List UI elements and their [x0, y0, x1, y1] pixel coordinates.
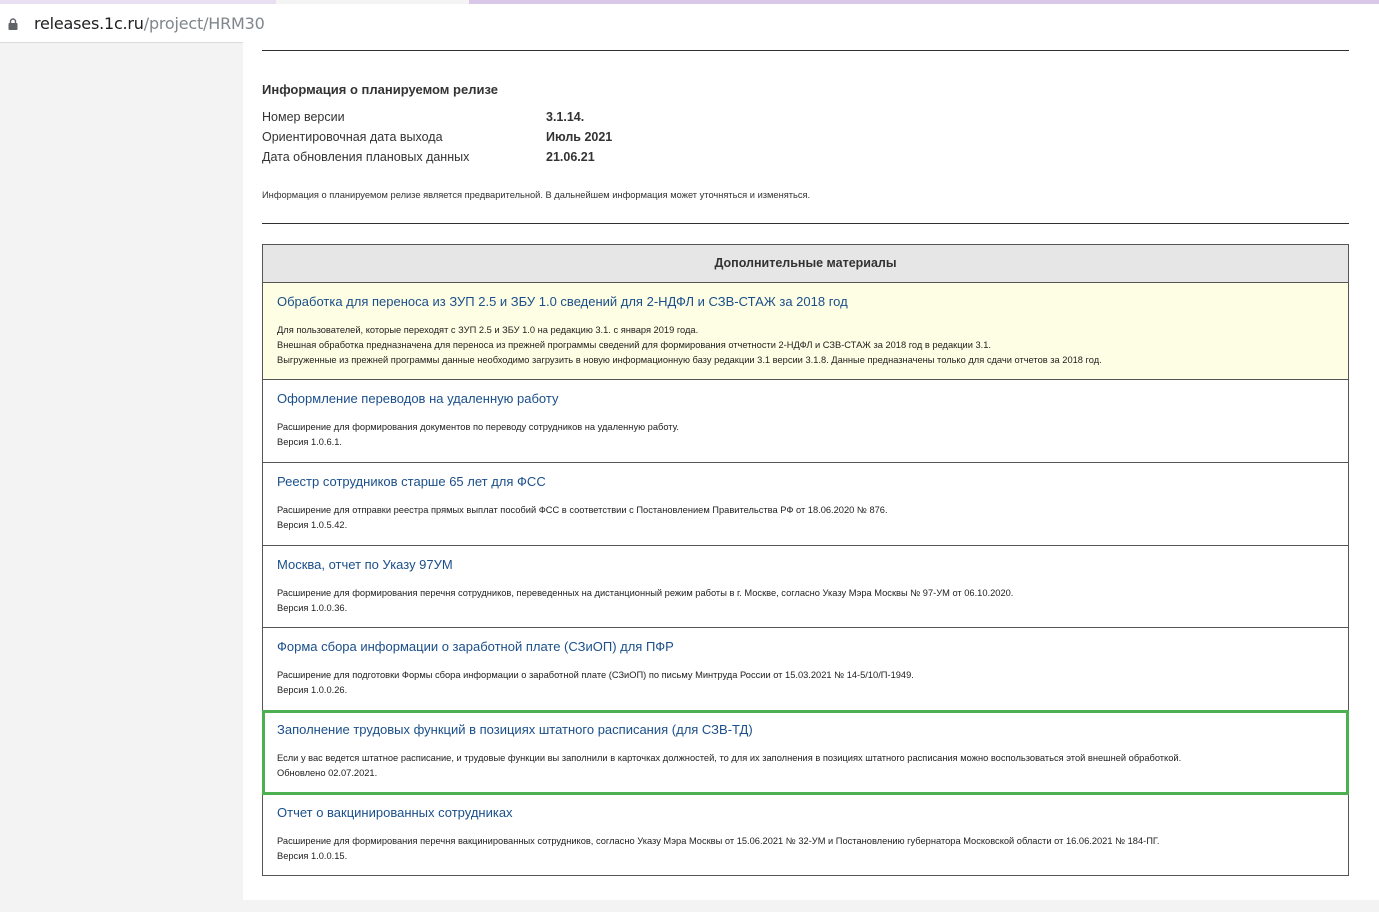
url-text[interactable]: releases.1c.ru/project/HRM30	[34, 14, 265, 33]
divider-top	[262, 50, 1349, 51]
material-row: Обработка для переноса из ЗУП 2.5 и ЗБУ …	[263, 283, 1348, 380]
info-value: 3.1.14.	[546, 110, 585, 124]
lock-icon[interactable]	[8, 18, 18, 30]
info-value: 21.06.21	[546, 150, 595, 164]
planned-release-title: Информация о планируемом релизе	[262, 82, 498, 97]
url-host: releases.1c.ru	[34, 14, 144, 33]
material-row: Форма сбора информации о заработной плат…	[263, 628, 1348, 711]
description-line: Выгруженные из прежней программы данные …	[277, 355, 1102, 365]
material-description: Расширение для отправки реестра прямых в…	[277, 503, 1334, 533]
material-description: Расширение для подготовки Формы сбора ин…	[277, 668, 1334, 698]
material-link[interactable]: Форма сбора информации о заработной плат…	[277, 639, 1334, 654]
description-line: Версия 1.0.0.15.	[277, 851, 348, 861]
description-line: Обновлено 02.07.2021.	[277, 768, 378, 778]
material-row: Отчет о вакцинированных сотрудниках Расш…	[263, 794, 1348, 875]
description-line: Версия 1.0.6.1.	[277, 437, 343, 447]
description-line: Расширение для формирования перечня вакц…	[277, 836, 1160, 846]
materials-table: Дополнительные материалы Обработка для п…	[262, 244, 1349, 876]
content-panel: Информация о планируемом релизе Номер ве…	[243, 42, 1379, 900]
description-line: Версия 1.0.5.42.	[277, 520, 348, 530]
info-key: Ориентировочная дата выхода	[262, 130, 443, 144]
info-key: Дата обновления плановых данных	[262, 150, 470, 164]
material-description: Для пользователей, которые переходят с З…	[277, 323, 1334, 368]
material-link[interactable]: Обработка для переноса из ЗУП 2.5 и ЗБУ …	[277, 294, 1334, 309]
description-line: Если у вас ведется штатное расписание, и…	[277, 753, 1182, 763]
description-line: Внешная обработка предназначена для пере…	[277, 340, 992, 350]
material-row: Москва, отчет по Указу 97УМ Расширение д…	[263, 546, 1348, 628]
material-link[interactable]: Заполнение трудовых функций в позициях ш…	[277, 722, 1334, 737]
material-description: Расширение для формирования перечня вакц…	[277, 834, 1334, 864]
material-row-highlighted: Заполнение трудовых функций в позициях ш…	[262, 710, 1349, 795]
material-link[interactable]: Москва, отчет по Указу 97УМ	[277, 557, 1334, 572]
material-description: Расширение для формирования перечня сотр…	[277, 586, 1334, 616]
material-description: Если у вас ведется штатное расписание, и…	[277, 751, 1334, 781]
description-line: Расширение для формирования документов п…	[277, 422, 679, 432]
info-key: Номер версии	[262, 110, 345, 124]
preliminary-note: Информация о планируемом релизе является…	[262, 190, 811, 200]
material-link[interactable]: Отчет о вакцинированных сотрудниках	[277, 805, 1334, 820]
material-link[interactable]: Оформление переводов на удаленную работу	[277, 391, 1334, 406]
info-value: Июль 2021	[546, 130, 613, 144]
description-line: Версия 1.0.0.26.	[277, 685, 348, 695]
material-description: Расширение для формирования документов п…	[277, 420, 1334, 450]
description-line: Расширение для формирования перечня сотр…	[277, 588, 1014, 598]
description-line: Версия 1.0.0.36.	[277, 603, 348, 613]
description-line: Для пользователей, которые переходят с З…	[277, 325, 699, 335]
address-bar[interactable]: releases.1c.ru/project/HRM30	[0, 4, 1379, 43]
material-row: Оформление переводов на удаленную работу…	[263, 380, 1348, 463]
description-line: Расширение для подготовки Формы сбора ин…	[277, 670, 914, 680]
url-path: /project/HRM30	[143, 14, 265, 33]
material-link[interactable]: Реестр сотрудников старше 65 лет для ФСС	[277, 474, 1334, 489]
material-row: Реестр сотрудников старше 65 лет для ФСС…	[263, 463, 1348, 546]
materials-header: Дополнительные материалы	[263, 245, 1348, 283]
divider-middle	[262, 223, 1349, 224]
description-line: Расширение для отправки реестра прямых в…	[277, 505, 888, 515]
